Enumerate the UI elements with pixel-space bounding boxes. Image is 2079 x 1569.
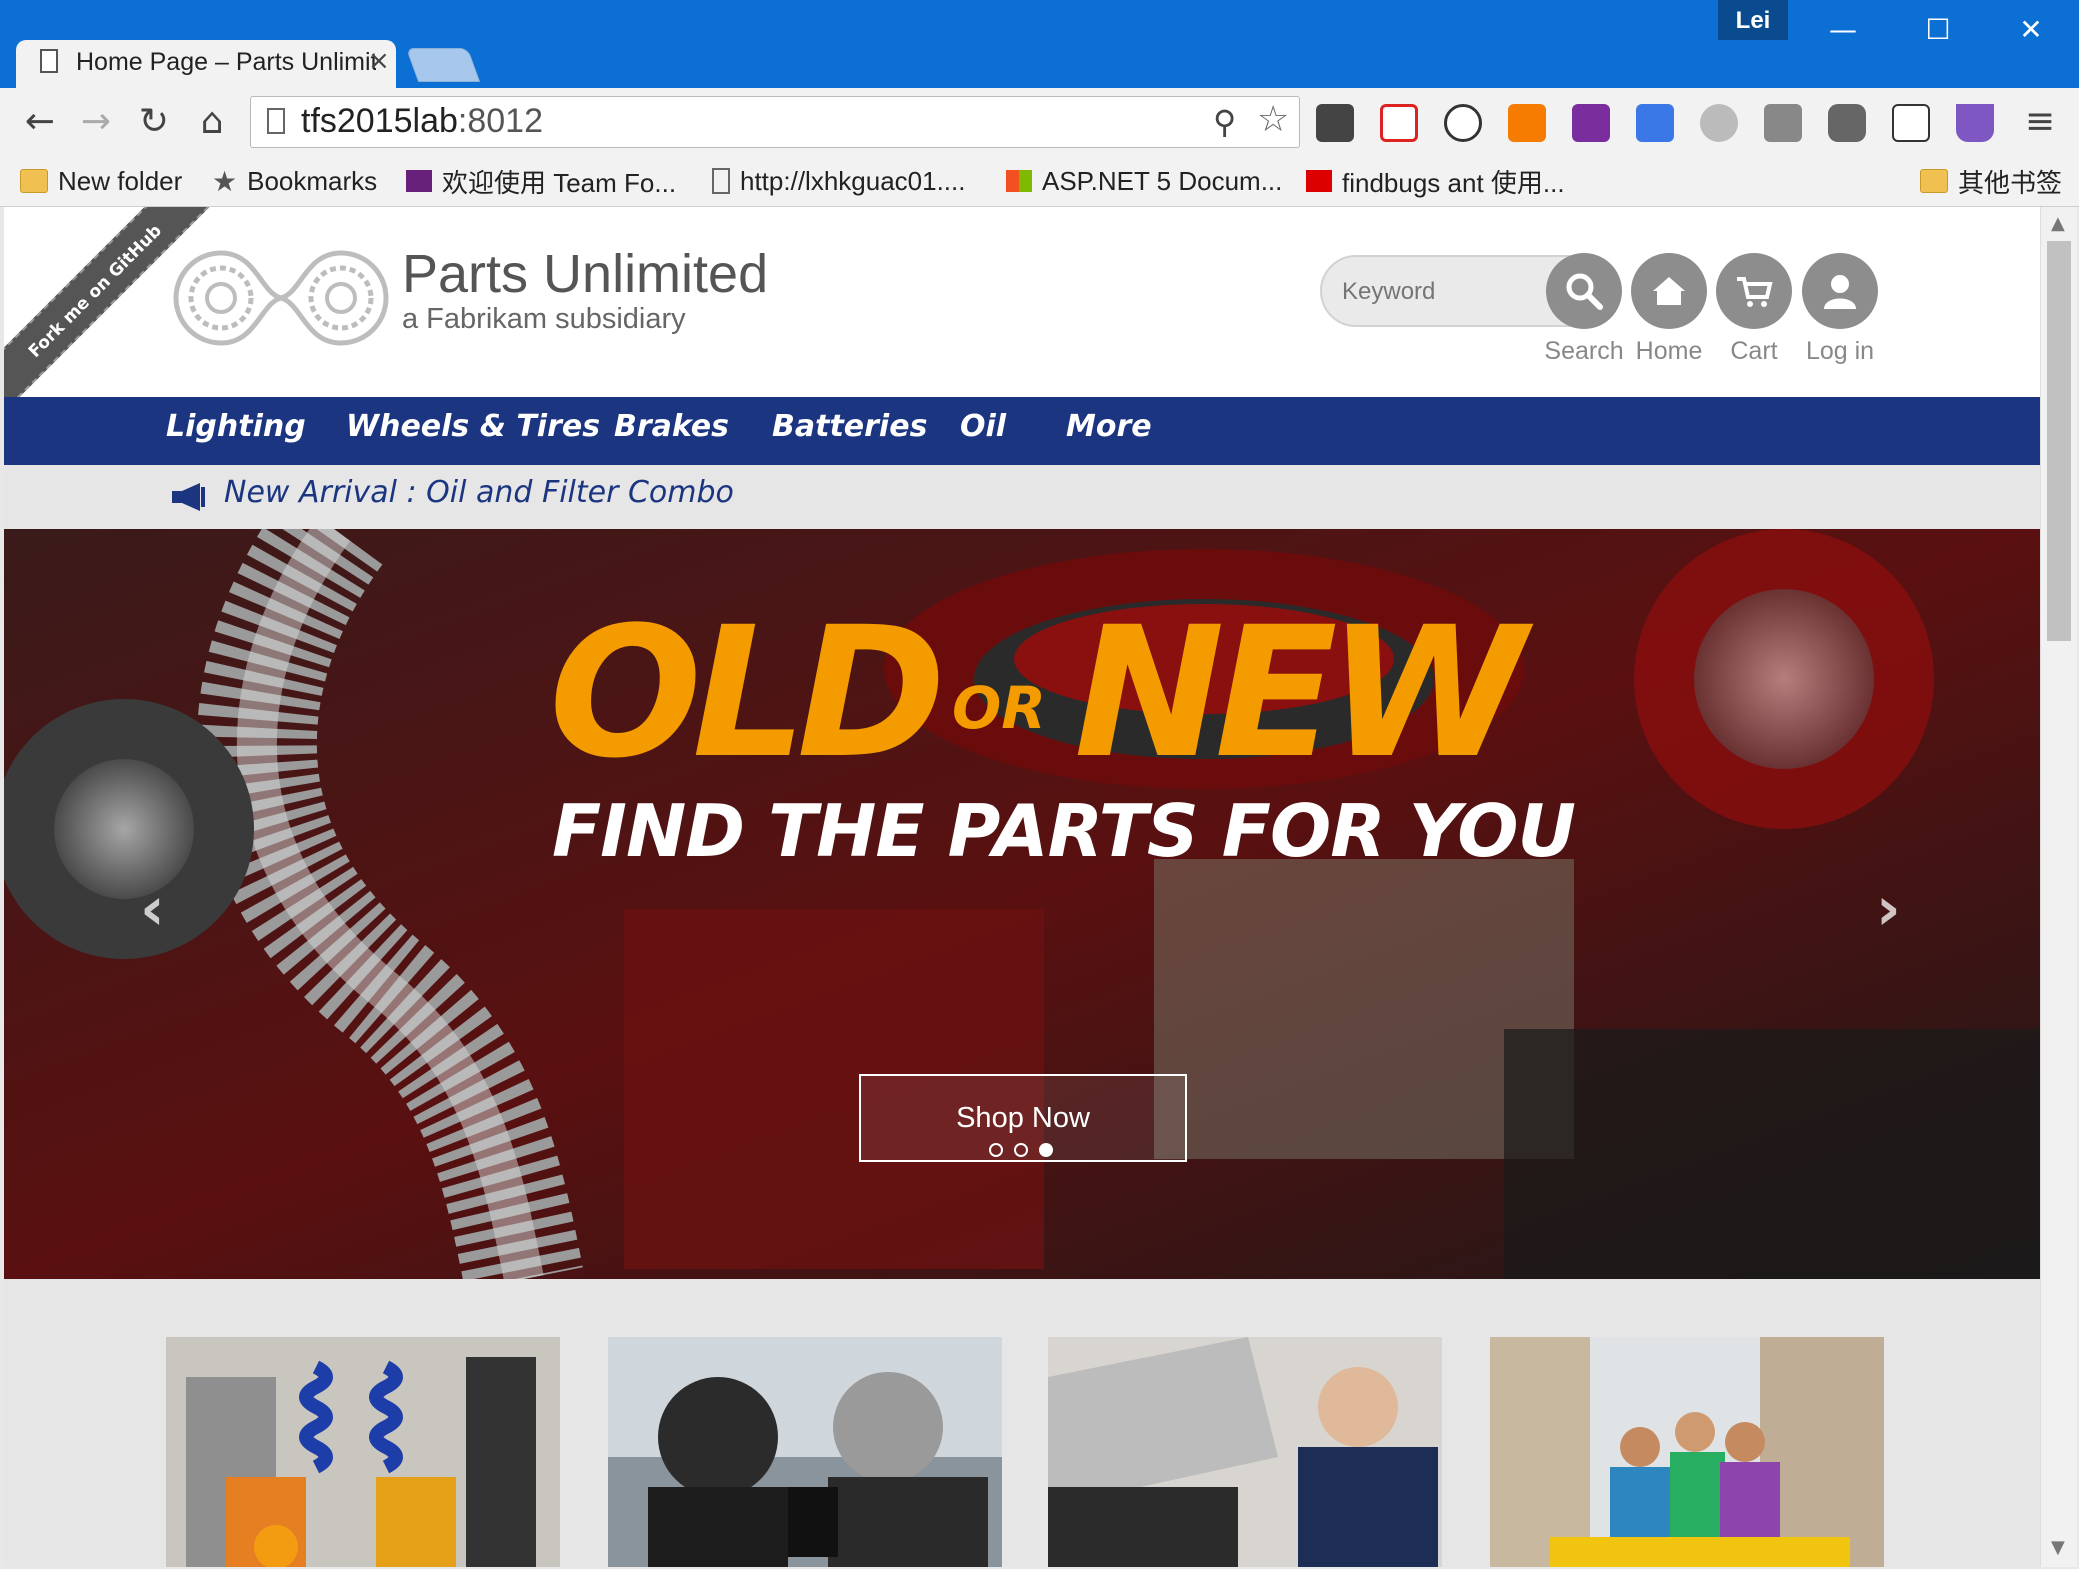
megaphone-icon <box>172 483 205 511</box>
url-port: :8012 <box>457 102 543 140</box>
home-button[interactable] <box>1631 253 1707 329</box>
bookmarks-bar: New folder ★ Bookmarks 欢迎使用 Team Fo... ht… <box>0 156 2079 207</box>
home-icon[interactable]: ⌂ <box>190 100 234 144</box>
minimize-button[interactable]: — <box>1810 4 1876 56</box>
menu-icon[interactable]: ≡ <box>2018 100 2062 144</box>
notes-extension-icon[interactable] <box>1892 104 1930 142</box>
forward-arrow-icon[interactable]: → <box>74 100 118 144</box>
folder-icon <box>20 169 48 193</box>
nav-lighting[interactable]: Lighting <box>166 409 306 444</box>
sync-extension-icon[interactable] <box>1444 104 1482 142</box>
browser-toolbar: ← → ↻ ⌂ tfs2015lab:8012 ⚲ ☆ ≡ <box>0 88 2079 156</box>
page-icon <box>267 108 285 134</box>
nav-batteries[interactable]: Batteries <box>772 409 927 444</box>
scroll-down-icon[interactable]: ▼ <box>2051 1537 2065 1558</box>
tab-title: Home Page – Parts Unlimited <box>76 48 376 76</box>
url-text[interactable]: tfs2015lab:8012 <box>301 102 543 141</box>
carousel-dot-1[interactable] <box>989 1143 1003 1157</box>
page-scrollbar[interactable]: ▲ ▼ <box>2040 207 2077 1567</box>
bookmark-team-foundation[interactable]: 欢迎使用 Team Fo... <box>406 162 676 200</box>
analytics-extension-icon[interactable] <box>1508 104 1546 142</box>
carousel-prev-icon[interactable]: ‹ <box>140 874 165 944</box>
hero-subheadline: FIND THE PARTS FOR YOU <box>552 789 1576 873</box>
layout-extension-icon[interactable] <box>1764 104 1802 142</box>
engine-photo <box>4 529 2040 1279</box>
nav-brakes[interactable]: Brakes <box>614 409 729 444</box>
cart-button[interactable] <box>1716 253 1792 329</box>
carousel-next-icon[interactable]: › <box>1876 874 1901 944</box>
cart-label: Cart <box>1730 337 1778 365</box>
bookmark-star-icon[interactable]: ☆ <box>1257 99 1289 140</box>
apps-extension-icon[interactable] <box>1828 104 1866 142</box>
reload-icon[interactable]: ↻ <box>132 100 176 144</box>
site-header: Fork me on GitHub Parts Unlimited a Fabr… <box>4 207 2040 413</box>
zoom-icon[interactable]: ⚲ <box>1213 103 1236 141</box>
url-host: tfs2015lab <box>301 102 458 140</box>
category-nav: Lighting Wheels & Tires Brakes Batteries… <box>4 397 2040 465</box>
page-icon <box>40 49 58 73</box>
bookmark-lxhkguac[interactable]: http://lxhkguac01.... <box>712 162 965 200</box>
nav-wheels-tires[interactable]: Wheels & Tires <box>346 409 600 444</box>
star-icon: ★ <box>212 165 238 197</box>
back-arrow-icon[interactable]: ← <box>18 100 62 144</box>
close-window-button[interactable]: ✕ <box>1998 4 2064 56</box>
tile-happy-drivers-image[interactable] <box>1490 1337 1884 1567</box>
bookmark-aspnet-docs[interactable]: ASP.NET 5 Docum... <box>1006 162 1282 200</box>
folder-icon <box>1920 169 1948 193</box>
circle-extension-icon[interactable] <box>1700 104 1738 142</box>
web-page: Fork me on GitHub Parts Unlimited a Fabr… <box>4 207 2040 1567</box>
first-aid-extension-icon[interactable] <box>1380 104 1418 142</box>
hero-carousel: OLD OR NEW FIND THE PARTS FOR YOU Shop N… <box>4 529 2040 1279</box>
nav-oil[interactable]: Oil <box>960 409 1006 444</box>
page-icon <box>712 168 730 194</box>
hero-headline-or: OR <box>952 674 1046 742</box>
evernote-extension-icon[interactable] <box>1316 104 1354 142</box>
login-label: Log in <box>1805 337 1875 365</box>
translate-extension-icon[interactable] <box>1636 104 1674 142</box>
bookmark-findbugs[interactable]: findbugs ant 使用... <box>1306 162 1565 200</box>
bookmark-bookmarks[interactable]: ★ Bookmarks <box>212 162 377 200</box>
tile-mechanic-image[interactable] <box>1048 1337 1442 1567</box>
findbugs-icon <box>1306 170 1332 192</box>
announcement-link[interactable]: New Arrival : Oil and Filter Combo <box>224 475 734 510</box>
close-tab-icon[interactable]: × <box>368 46 390 76</box>
address-bar[interactable]: tfs2015lab:8012 ⚲ ☆ <box>250 96 1300 148</box>
user-icon <box>1824 275 1856 309</box>
search-input[interactable] <box>1340 271 1554 313</box>
bookmark-new-folder[interactable]: New folder <box>20 162 182 200</box>
search-icon <box>1566 273 1603 310</box>
hero-headline-new: NEW <box>1074 589 1526 798</box>
search-button[interactable] <box>1546 253 1622 329</box>
profile-badge[interactable]: Lei <box>1718 0 1788 40</box>
home-label: Home <box>1635 337 1703 365</box>
new-tab-button[interactable] <box>405 48 481 82</box>
nav-more[interactable]: More <box>1066 409 1152 444</box>
cart-icon <box>1737 277 1773 307</box>
bookmark-other[interactable]: 其他书签 <box>1920 162 2062 200</box>
tile-auto-parts-image[interactable] <box>166 1337 560 1567</box>
windows-icon <box>1006 170 1032 192</box>
parts-unlimited-logo-icon[interactable] <box>166 243 396 353</box>
brand-subtitle: a Fabrikam subsidiary <box>402 303 686 335</box>
browser-tab[interactable]: Home Page – Parts Unlimited × <box>16 40 396 88</box>
visual-studio-icon <box>406 170 432 192</box>
maximize-button[interactable]: ☐ <box>1905 4 1971 56</box>
search-label: Search <box>1544 337 1624 365</box>
carousel-dot-3[interactable] <box>1039 1143 1053 1157</box>
brand-title[interactable]: Parts Unlimited <box>402 243 768 305</box>
login-button[interactable] <box>1802 253 1878 329</box>
flask-extension-icon[interactable] <box>1956 104 1994 142</box>
onenote-extension-icon[interactable] <box>1572 104 1610 142</box>
scroll-up-icon[interactable]: ▲ <box>2051 213 2065 234</box>
hero-headline-old: OLD <box>549 589 946 798</box>
scroll-thumb[interactable] <box>2047 241 2071 641</box>
home-icon <box>1653 277 1685 305</box>
carousel-dot-2[interactable] <box>1014 1143 1028 1157</box>
announcement-bar: New Arrival : Oil and Filter Combo <box>4 465 2040 529</box>
tile-car-sales-image[interactable] <box>608 1337 1002 1567</box>
